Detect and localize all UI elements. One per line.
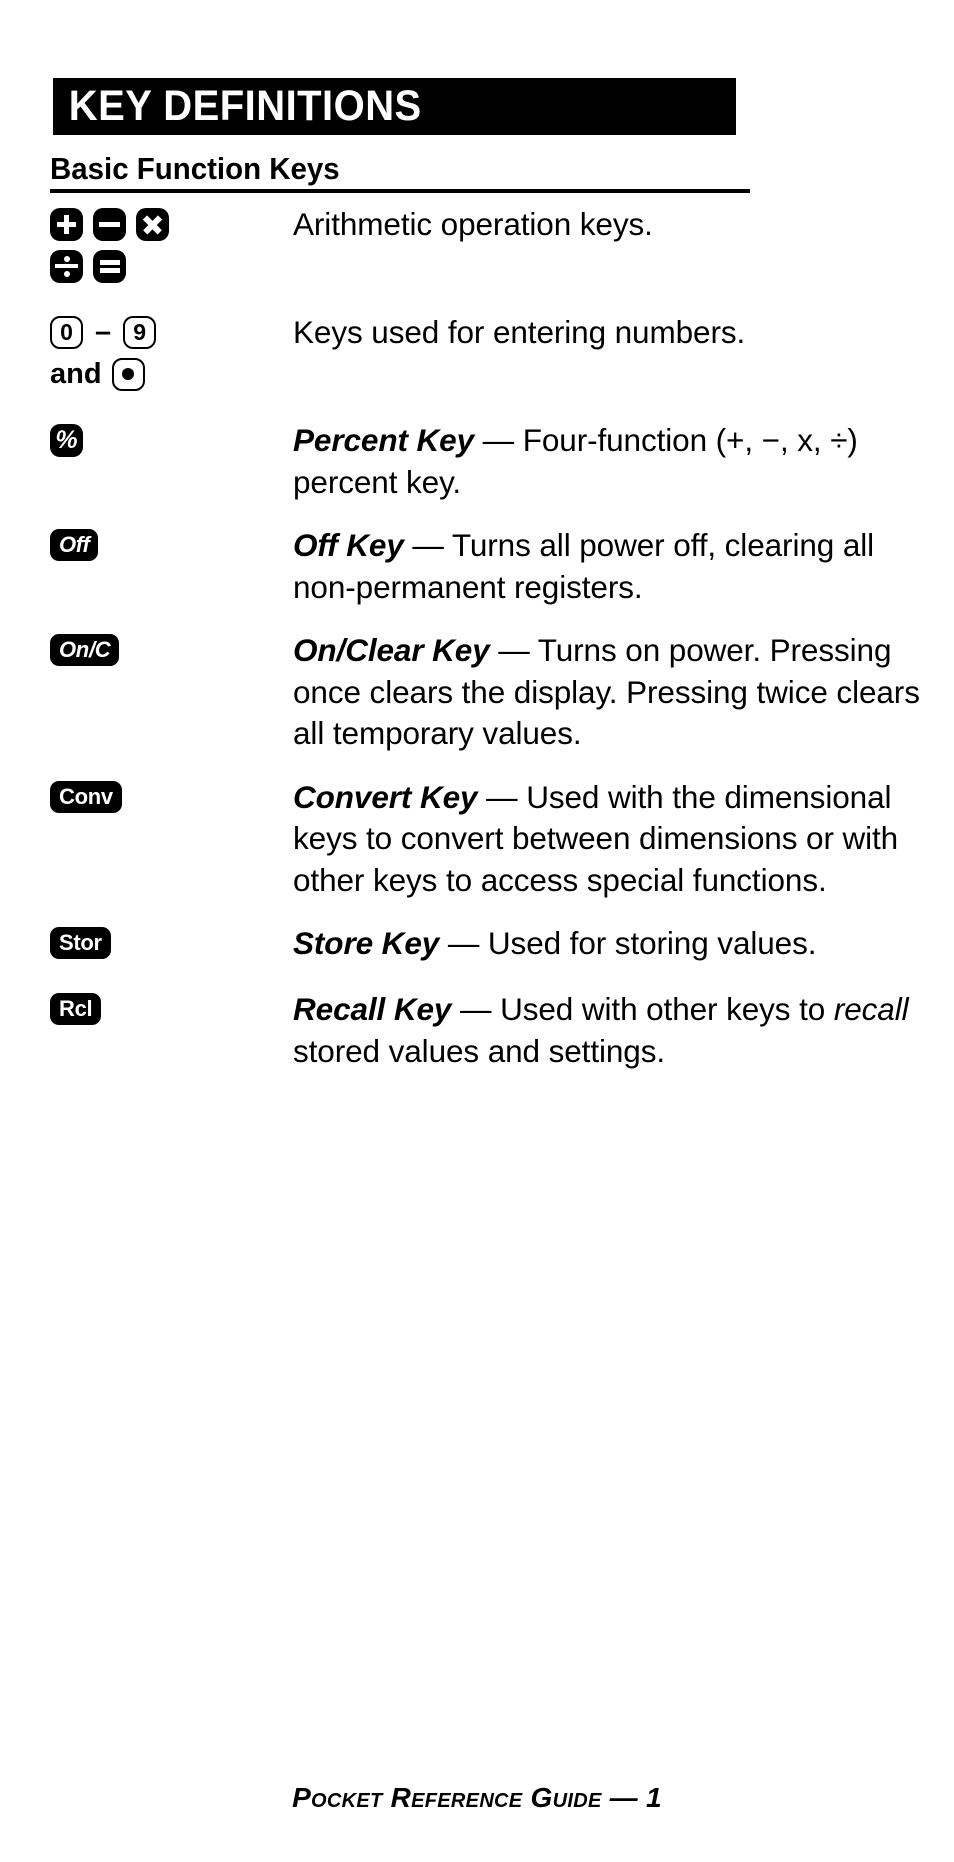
decimal-dot-icon <box>122 368 135 380</box>
page-title: KEY DEFINITIONS <box>68 82 422 130</box>
definition-row-off: Off Off Key — Turns all power off, cleari… <box>0 521 954 608</box>
key-column-off: Off <box>50 521 293 569</box>
definition-term: Convert Key <box>293 778 478 815</box>
page-footer: Pocket Reference Guide — 1 <box>292 1782 662 1813</box>
key-icon-rcl: Rcl <box>50 993 102 1025</box>
key-column-arithmetic <box>50 200 293 290</box>
definition-row-convert: Conv Convert Key — Used with the dimensio… <box>0 773 954 902</box>
key-row <box>50 206 293 242</box>
definition-text-on-clear: On/Clear Key — Turns on power. Pressing … <box>293 632 920 751</box>
divide-dot <box>63 255 70 262</box>
divide-icon <box>50 250 83 283</box>
key-icon-conv: Conv <box>50 780 122 813</box>
key-icon-on-c: On/C <box>50 634 120 666</box>
key-range-separator: – <box>95 315 112 348</box>
key-row <box>50 248 293 284</box>
definition-row-store: Stor Store Key — Used for storing values. <box>0 919 954 967</box>
definition-row-percent: % Percent Key — Four-function (+, −, x, ÷… <box>0 416 954 503</box>
key-icon-decimal-point <box>111 357 145 391</box>
definition-text-recall: Recall Key — Used with other keys to rec… <box>293 991 909 1069</box>
definition-row-digits: 0–9 and Keys used for entering numbers. <box>0 308 954 398</box>
definition-text-percent: Percent Key — Four-function (+, −, x, ÷)… <box>293 422 858 500</box>
definition-term: Recall Key <box>293 991 452 1027</box>
definition-row-arithmetic: Arithmetic operation keys. <box>0 200 954 290</box>
key-icon-equals <box>93 249 126 283</box>
definition-term: On/Clear Key <box>293 632 490 668</box>
divide-dot <box>63 270 70 277</box>
definition-term: Store Key <box>293 925 440 961</box>
definition-text-store: Store Key — Used for storing values. <box>293 925 817 961</box>
key-icon-minus <box>93 207 126 241</box>
key-icon-off: Off <box>50 529 99 561</box>
key-row: On/C <box>50 632 293 668</box>
key-icon-0: 0 <box>50 315 83 349</box>
key-row: Conv <box>50 779 293 815</box>
definition-emphasis: recall <box>833 991 909 1027</box>
key-icon-divide <box>50 249 83 283</box>
definition-row-on-clear: On/C On/Clear Key — Turns on power. Press… <box>0 626 954 755</box>
key-column-recall: Rcl <box>50 985 293 1033</box>
equals-icon <box>93 250 126 283</box>
section-heading: Basic Function Keys <box>50 151 340 186</box>
key-icon-9: 9 <box>123 315 157 349</box>
key-icon-percent: % <box>50 423 83 457</box>
plus-icon <box>50 208 83 241</box>
definition-text-off: Off Key — Turns all power off, clearing … <box>293 527 875 605</box>
key-column-percent: % <box>50 416 293 464</box>
page-title-banner: KEY DEFINITIONS <box>53 78 736 135</box>
key-row: Stor <box>50 925 293 961</box>
key-row: Rcl <box>50 991 293 1027</box>
key-column-on-clear: On/C <box>50 626 293 674</box>
key-row: 0–9 <box>50 314 293 350</box>
key-column-store: Stor <box>50 919 293 967</box>
key-column-convert: Conv <box>50 773 293 821</box>
definition-term: Percent Key <box>293 422 474 458</box>
key-row: % <box>50 422 293 458</box>
definition-text-convert: Convert Key — Used with the dimensional … <box>293 778 899 898</box>
key-column-digits: 0–9 and <box>50 308 293 398</box>
definition-text-arithmetic: Arithmetic operation keys. <box>293 206 653 242</box>
key-icon-plus <box>50 207 83 241</box>
key-conjunction-label: and <box>50 357 102 390</box>
percent-icon: % <box>55 425 78 454</box>
multiply-icon <box>136 208 169 241</box>
definition-row-recall: Rcl Recall Key — Used with other keys to … <box>0 985 954 1072</box>
minus-icon <box>93 208 126 241</box>
definition-text-digits: Keys used for entering numbers. <box>293 314 746 350</box>
definition-list: Arithmetic operation keys. 0–9 and Keys use… <box>0 200 954 1072</box>
definition-term: Off Key <box>293 527 404 563</box>
section-divider <box>50 189 750 193</box>
page: KEY DEFINITIONS Basic Function Keys Arit… <box>0 0 954 1862</box>
key-row: and <box>50 356 293 392</box>
key-icon-stor: Stor <box>50 927 111 959</box>
key-icon-times <box>136 207 169 241</box>
key-row: Off <box>50 527 293 563</box>
